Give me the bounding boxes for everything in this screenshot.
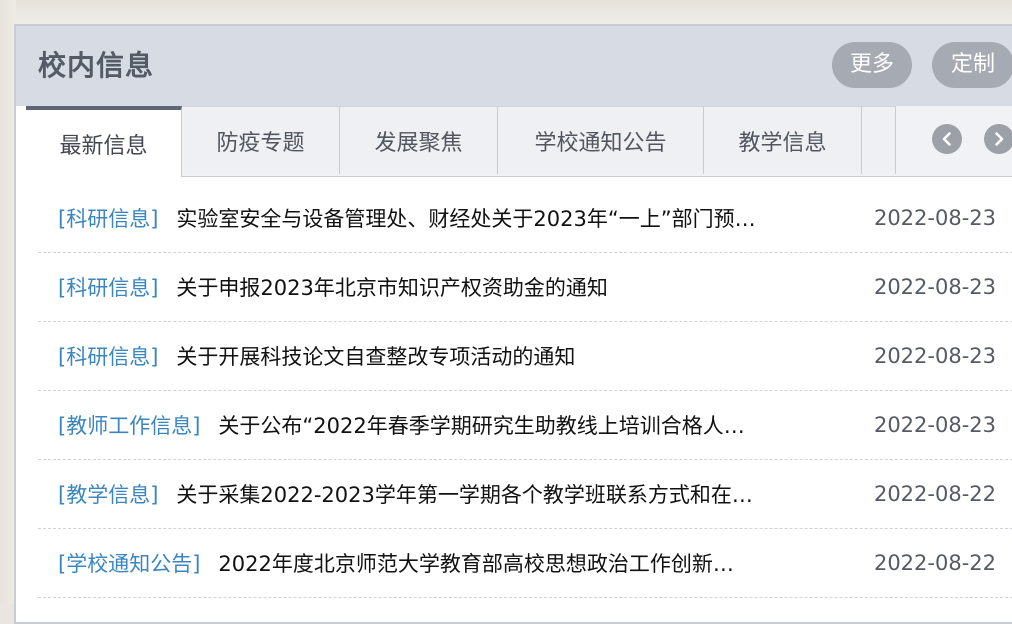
news-date: 2022-08-23: [873, 206, 996, 230]
news-item[interactable]: [科研信息] 关于开展科技论文自查整改专项活动的通知 2022-08-23: [38, 322, 1012, 391]
news-item[interactable]: [教学信息] 关于采集2022-2023学年第一学期各个教学班联系方式和在… 2…: [38, 460, 1012, 529]
news-title[interactable]: 关于采集2022-2023学年第一学期各个教学班联系方式和在…: [176, 479, 752, 509]
tab-school-notices[interactable]: 学校通知公告: [498, 106, 704, 174]
customize-button[interactable]: 定制: [932, 42, 1012, 88]
news-category[interactable]: [学校通知公告]: [58, 548, 200, 578]
news-category[interactable]: [科研信息]: [58, 272, 158, 302]
news-item[interactable]: [教师工作信息] 关于公布“2022年春季学期研究生助教线上培训合格人… 202…: [38, 391, 1012, 460]
news-title[interactable]: 关于公布“2022年春季学期研究生助教线上培训合格人…: [218, 410, 744, 440]
news-title[interactable]: 实验室安全与设备管理处、财经处关于2023年“一上”部门预…: [176, 203, 755, 233]
tab-overflow[interactable]: [862, 106, 896, 174]
tab-scroll-controls: [916, 120, 1012, 160]
tab-latest-info[interactable]: 最新信息: [26, 106, 182, 177]
news-title[interactable]: 关于开展科技论文自查整改专项活动的通知: [176, 341, 575, 371]
chevron-right-icon[interactable]: [984, 124, 1012, 154]
news-item[interactable]: [科研信息] 关于申报2023年北京市知识产权资助金的通知 2022-08-23: [38, 253, 1012, 322]
chevron-left-icon[interactable]: [932, 124, 962, 154]
news-title[interactable]: 关于申报2023年北京市知识产权资助金的通知: [176, 272, 607, 302]
tab-teaching-info[interactable]: 教学信息: [704, 106, 862, 174]
news-item[interactable]: [学校通知公告] 2022年度北京师范大学教育部高校思想政治工作创新… 2022…: [38, 529, 1012, 598]
tab-bar: 最新信息 防疫专题 发展聚焦 学校通知公告 教学信息: [26, 106, 1012, 177]
page-background-top: [0, 0, 1012, 24]
news-category[interactable]: [教学信息]: [58, 479, 158, 509]
news-category[interactable]: [科研信息]: [58, 341, 158, 371]
news-category[interactable]: [科研信息]: [58, 203, 158, 233]
news-title[interactable]: 2022年度北京师范大学教育部高校思想政治工作创新…: [218, 548, 733, 578]
panel-title: 校内信息: [38, 49, 155, 82]
tab-development-focus[interactable]: 发展聚焦: [340, 106, 498, 174]
news-date: 2022-08-22: [873, 551, 996, 575]
campus-info-panel: 校内信息 更多 定制 最新信息 防疫专题 发展聚焦 学校通知公告 教学信息 [科…: [14, 24, 1012, 624]
news-list: [科研信息] 实验室安全与设备管理处、财经处关于2023年“一上”部门预… 20…: [38, 184, 1012, 598]
more-button[interactable]: 更多: [832, 42, 912, 88]
news-item[interactable]: [科研信息] 实验室安全与设备管理处、财经处关于2023年“一上”部门预… 20…: [38, 184, 1012, 253]
news-date: 2022-08-23: [873, 275, 996, 299]
tab-epidemic-prevention[interactable]: 防疫专题: [182, 106, 340, 174]
news-date: 2022-08-23: [873, 413, 996, 437]
news-category[interactable]: [教师工作信息]: [58, 410, 200, 440]
news-date: 2022-08-22: [873, 482, 996, 506]
panel-header: 校内信息 更多 定制: [16, 26, 1012, 106]
news-date: 2022-08-23: [873, 344, 996, 368]
